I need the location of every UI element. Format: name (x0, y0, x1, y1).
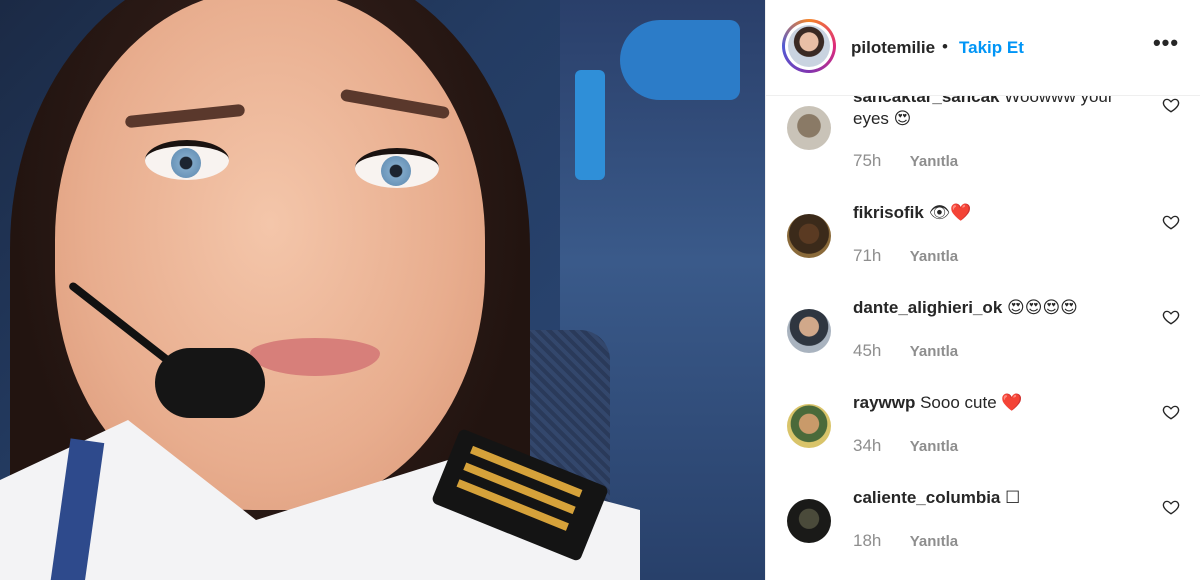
reply-button[interactable]: Yanıtla (910, 248, 958, 265)
comment-body: Sooo cute (920, 393, 997, 412)
reply-button[interactable]: Yanıtla (910, 533, 958, 550)
comment-meta: 34h Yanıtla (853, 436, 958, 456)
headset-mic (155, 348, 265, 418)
comment-username[interactable]: dante_alighieri_ok (853, 298, 1002, 317)
avatar[interactable] (787, 214, 831, 258)
comment-username[interactable]: fikrisofik (853, 203, 924, 222)
post-header: pilotemilie • Takip Et ••• (766, 0, 1200, 96)
comment-username[interactable]: raywwp (853, 393, 915, 412)
post-username[interactable]: pilotemilie (851, 38, 935, 58)
heart-outline-icon[interactable] (1162, 403, 1180, 421)
comment-emoji: 😍 (893, 109, 912, 129)
comment-meta: 75h Yanıtla (853, 151, 958, 171)
avatar[interactable] (787, 404, 831, 448)
heart-outline-icon[interactable] (1162, 213, 1180, 231)
instagram-post-view: sancaktar_sancak Woowww your eyes 😍 75h … (0, 0, 1200, 580)
comment-username[interactable]: caliente_columbia (853, 488, 1000, 507)
right-eye (355, 148, 439, 188)
comment-emoji: 👁❤️ (928, 203, 972, 223)
reply-button[interactable]: Yanıtla (910, 438, 958, 455)
cockpit-blue-part (620, 20, 740, 100)
comment-meta: 18h Yanıtla (853, 531, 958, 551)
heart-outline-icon[interactable] (1162, 96, 1180, 114)
right-iris (381, 156, 411, 186)
post-photo[interactable] (0, 0, 765, 580)
comment-meta: 45h Yanıtla (853, 341, 958, 361)
heart-outline-icon[interactable] (1162, 308, 1180, 326)
heart-outline-icon[interactable] (1162, 498, 1180, 516)
right-brow (339, 88, 451, 120)
comment-emoji: 😍😍😍😍 (1007, 298, 1078, 318)
comment-item: fikrisofik 👁❤️ 71h Yanıtla (766, 190, 1200, 285)
reply-button[interactable]: Yanıtla (910, 343, 958, 360)
comment-item: raywwp Sooo cute ❤️ 34h Yanıtla (766, 380, 1200, 475)
avatar (788, 25, 830, 67)
comment-item: caliente_columbia ☐ 18h Yanıtla (766, 475, 1200, 570)
comment-emoji: ☐ (1005, 488, 1021, 508)
left-brow (124, 103, 246, 129)
comment-text: caliente_columbia ☐ (853, 487, 1153, 509)
lips (250, 338, 380, 376)
comment-text: dante_alighieri_ok 😍😍😍😍 (853, 297, 1153, 319)
comment-timestamp[interactable]: 75h (853, 151, 905, 171)
comment-timestamp[interactable]: 34h (853, 436, 905, 456)
avatar[interactable] (787, 499, 831, 543)
more-options-icon[interactable]: ••• (1151, 32, 1181, 58)
comment-timestamp[interactable]: 45h (853, 341, 905, 361)
avatar[interactable] (787, 106, 831, 150)
left-eye (145, 140, 229, 180)
separator-dot: • (942, 37, 948, 56)
story-ring[interactable] (782, 19, 836, 73)
comment-timestamp[interactable]: 18h (853, 531, 905, 551)
comments-panel: sancaktar_sancak Woowww your eyes 😍 75h … (765, 0, 1200, 580)
avatar[interactable] (787, 309, 831, 353)
left-iris (171, 148, 201, 178)
reply-button[interactable]: Yanıtla (910, 153, 958, 170)
avatar-frame (785, 22, 833, 70)
comment-meta: 71h Yanıtla (853, 246, 958, 266)
comment-emoji: ❤️ (1001, 393, 1023, 413)
comment-text: raywwp Sooo cute ❤️ (853, 392, 1153, 414)
comment-item: dante_alighieri_ok 😍😍😍😍 45h Yanıtla (766, 285, 1200, 380)
cockpit-blue-strap (575, 70, 605, 180)
comment-timestamp[interactable]: 71h (853, 246, 905, 266)
follow-button[interactable]: Takip Et (959, 38, 1024, 58)
comment-text: fikrisofik 👁❤️ (853, 202, 1153, 224)
